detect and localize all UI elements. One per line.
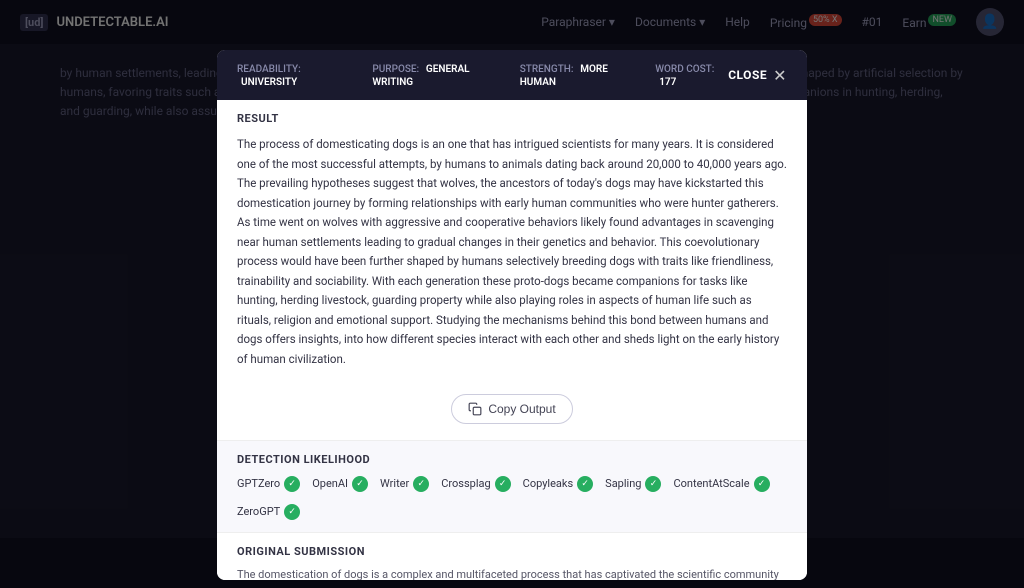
detection-badge-sapling: Sapling ✓ bbox=[605, 476, 661, 492]
check-icon: ✓ bbox=[645, 476, 661, 492]
detection-badge-gptzero: GPTZero ✓ bbox=[237, 476, 300, 492]
detector-name: Crossplag bbox=[441, 477, 490, 490]
check-icon: ✓ bbox=[352, 476, 368, 492]
detector-name: GPTZero bbox=[237, 477, 280, 490]
readability-value: UNIVERSITY bbox=[241, 77, 297, 88]
detector-name: Sapling bbox=[605, 477, 641, 490]
result-modal: READABILITY: UNIVERSITY PURPOSE: GENERAL… bbox=[217, 50, 807, 580]
wordcost-label: WORD COST: bbox=[655, 64, 714, 75]
copy-output-button[interactable]: Copy Output bbox=[451, 394, 572, 424]
detection-title: DETECTION LIKELIHOOD bbox=[237, 453, 787, 466]
close-icon: ✕ bbox=[773, 66, 787, 85]
detection-badge-writer: Writer ✓ bbox=[380, 476, 429, 492]
modal-meta: READABILITY: UNIVERSITY PURPOSE: GENERAL… bbox=[237, 62, 728, 88]
copy-output-label: Copy Output bbox=[488, 402, 555, 416]
wordcost-value: 177 bbox=[659, 77, 676, 88]
readability-meta: READABILITY: UNIVERSITY bbox=[237, 62, 348, 88]
check-icon: ✓ bbox=[413, 476, 429, 492]
check-icon: ✓ bbox=[754, 476, 770, 492]
original-text: The domestication of dogs is a complex a… bbox=[237, 566, 787, 580]
result-header: RESULT bbox=[217, 100, 807, 131]
original-section: ORIGINAL SUBMISSION The domestication of… bbox=[217, 532, 807, 580]
original-title: ORIGINAL SUBMISSION bbox=[237, 545, 787, 558]
detection-badge-crossplag: Crossplag ✓ bbox=[441, 476, 510, 492]
copy-icon bbox=[468, 402, 482, 416]
close-button[interactable]: CLOSE ✕ bbox=[728, 66, 787, 85]
purpose-label: PURPOSE: bbox=[372, 64, 419, 75]
close-label: CLOSE bbox=[728, 68, 767, 82]
modal-body: RESULT The process of domesticating dogs… bbox=[217, 100, 807, 580]
check-icon: ✓ bbox=[284, 476, 300, 492]
check-icon: ✓ bbox=[495, 476, 511, 492]
detection-badge-zerogpt: ZeroGPT ✓ bbox=[237, 504, 300, 520]
detector-name: ZeroGPT bbox=[237, 505, 280, 518]
result-text: The process of domesticating dogs is an … bbox=[217, 131, 807, 386]
modal-header: READABILITY: UNIVERSITY PURPOSE: GENERAL… bbox=[217, 50, 807, 100]
strength-meta: STRENGTH: MORE HUMAN bbox=[520, 62, 631, 88]
readability-label: READABILITY: bbox=[237, 64, 301, 75]
detection-badge-copyleaks: Copyleaks ✓ bbox=[523, 476, 594, 492]
check-icon: ✓ bbox=[577, 476, 593, 492]
detection-badges: GPTZero ✓ OpenAI ✓ Writer ✓ Crossplag ✓ … bbox=[237, 476, 787, 520]
detector-name: Copyleaks bbox=[523, 477, 574, 490]
detection-badge-contentatscale: ContentAtScale ✓ bbox=[673, 476, 769, 492]
detector-name: OpenAI bbox=[312, 477, 348, 490]
detector-name: ContentAtScale bbox=[673, 477, 749, 490]
strength-label: STRENGTH: bbox=[520, 64, 574, 75]
check-icon: ✓ bbox=[284, 504, 300, 520]
detection-section: DETECTION LIKELIHOOD GPTZero ✓ OpenAI ✓ … bbox=[217, 440, 807, 532]
detector-name: Writer bbox=[380, 477, 409, 490]
purpose-meta: PURPOSE: GENERAL WRITING bbox=[372, 62, 495, 88]
detection-badge-openai: OpenAI ✓ bbox=[312, 476, 368, 492]
wordcost-meta: WORD COST: 177 bbox=[655, 62, 728, 88]
